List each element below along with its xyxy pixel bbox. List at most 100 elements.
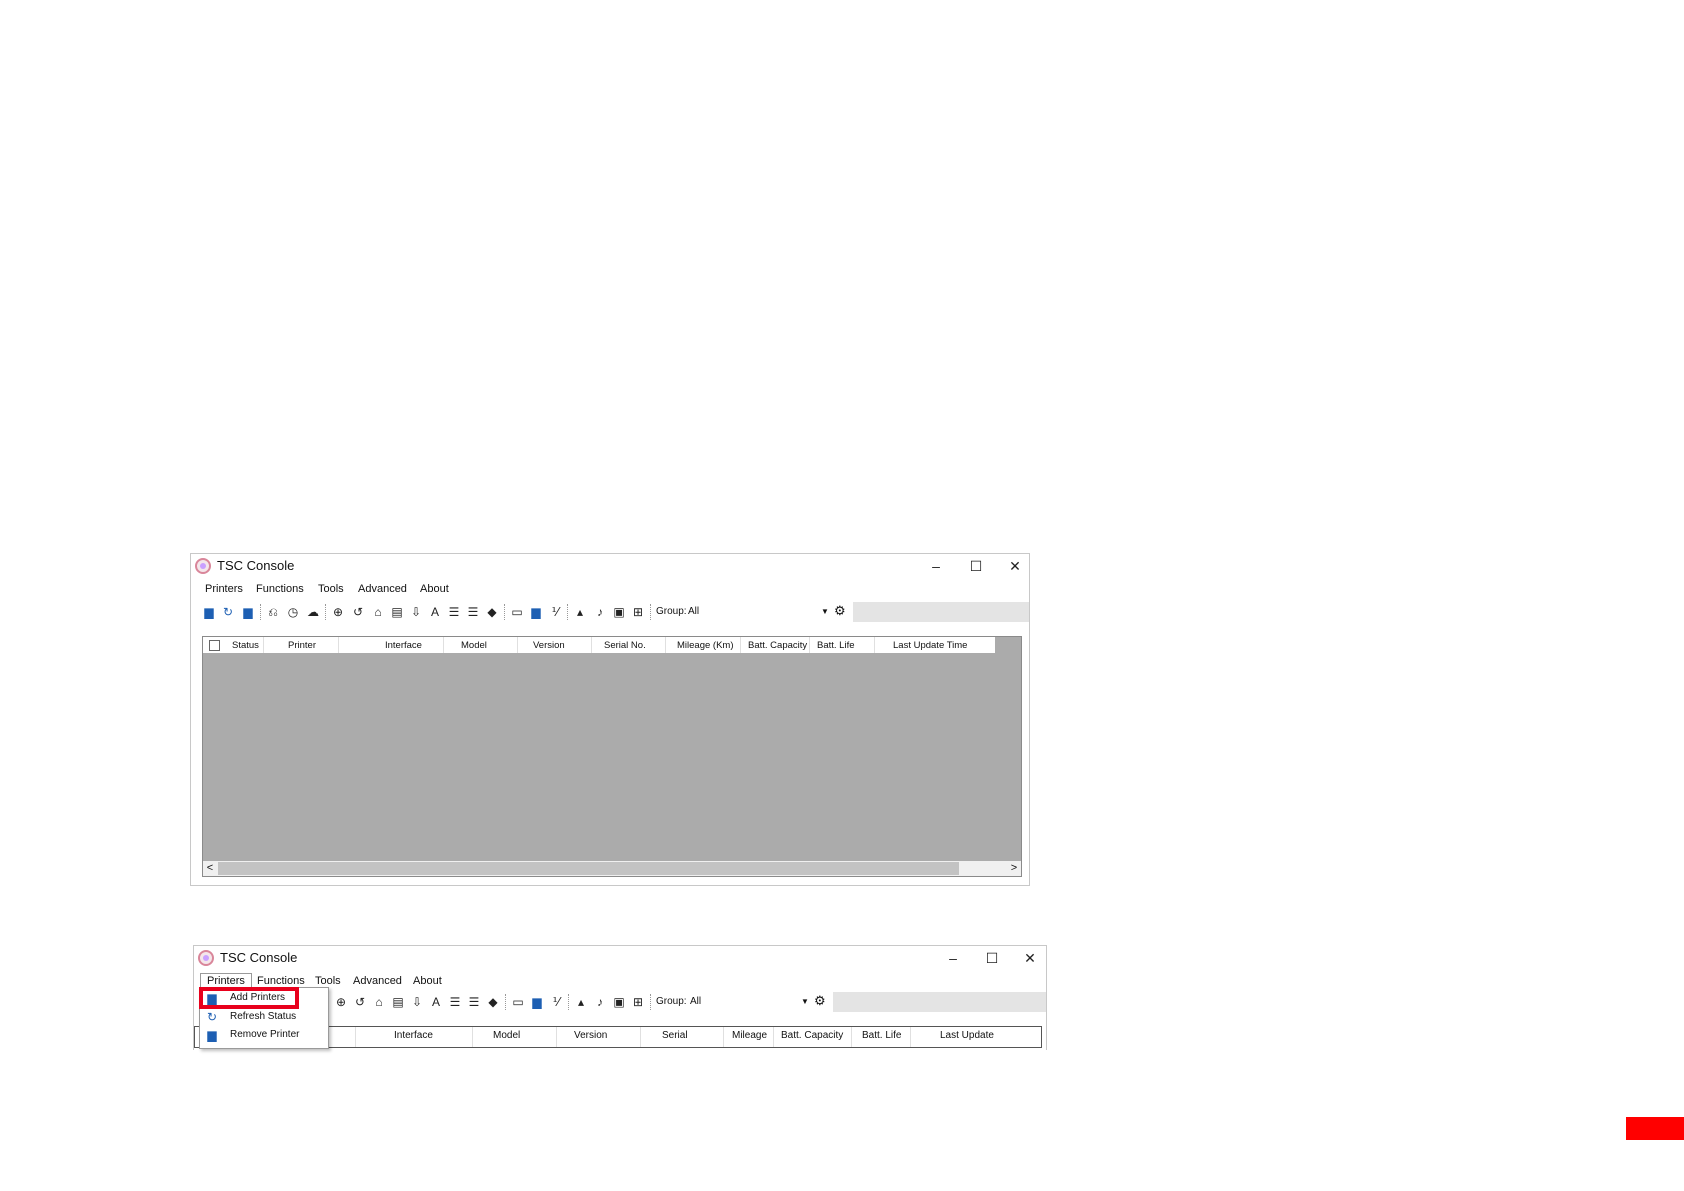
menu-printers[interactable]: Printers	[205, 583, 243, 595]
remove-printer-icon: ▆	[207, 1028, 217, 1042]
col-interface[interactable]: Interface	[385, 640, 422, 651]
remove-printer-icon[interactable]: ▆	[241, 605, 255, 619]
font-icon[interactable]: A	[429, 995, 443, 1009]
home-icon[interactable]: ⌂	[371, 605, 385, 619]
col-model[interactable]: Model	[461, 640, 487, 651]
col-mileage[interactable]: Mileage	[732, 1030, 767, 1041]
col-version[interactable]: Version	[533, 640, 565, 651]
menu-advanced[interactable]: Advanced	[353, 975, 402, 987]
terminal-icon[interactable]: ▭	[511, 995, 525, 1009]
add-printer-icon[interactable]: ▆	[202, 605, 216, 619]
user-icon[interactable]: ▴	[574, 995, 588, 1009]
user-icon[interactable]: ▴	[573, 605, 587, 619]
column-divider	[443, 637, 444, 653]
window-title: TSC Console	[220, 950, 298, 965]
group-label: Group:	[656, 996, 687, 1007]
font-icon[interactable]: A	[428, 605, 442, 619]
chevron-down-icon[interactable]: ▼	[801, 993, 809, 1010]
fraction-icon[interactable]: ⅟	[549, 995, 563, 1009]
column-divider	[263, 637, 264, 653]
close-button[interactable]: ✕	[1020, 949, 1040, 967]
bell-icon[interactable]: ♪	[593, 605, 607, 619]
close-button[interactable]: ✕	[1005, 557, 1025, 575]
settings-box-icon[interactable]: ⊞	[631, 605, 645, 619]
menu-functions[interactable]: Functions	[256, 583, 304, 595]
menu-tools[interactable]: Tools	[318, 583, 344, 595]
col-version[interactable]: Version	[574, 1030, 607, 1041]
col-interface[interactable]: Interface	[394, 1030, 433, 1041]
col-model[interactable]: Model	[493, 1030, 520, 1041]
list-right-icon[interactable]: ☰	[448, 995, 462, 1009]
printer-settings-icon[interactable]: ▆	[529, 605, 543, 619]
scroll-right-icon[interactable]: >	[1007, 861, 1021, 876]
download-file-icon[interactable]: ⇩	[409, 605, 423, 619]
minimize-button[interactable]: –	[943, 949, 963, 967]
clock-icon[interactable]: ◷	[286, 605, 300, 619]
menu-item-label: Refresh Status	[230, 1011, 297, 1022]
window-title: TSC Console	[217, 558, 295, 573]
group-select[interactable]: All	[688, 603, 788, 620]
list-left-icon[interactable]: ☰	[466, 605, 480, 619]
toolbar-separator	[260, 604, 262, 620]
home-icon[interactable]: ⌂	[372, 995, 386, 1009]
list-left-icon[interactable]: ☰	[467, 995, 481, 1009]
maximize-button[interactable]: ☐	[966, 557, 986, 575]
toolbar-separator	[505, 994, 507, 1010]
gear-icon[interactable]: ⚙	[834, 604, 846, 618]
refresh-icon[interactable]: ↻	[221, 605, 235, 619]
image-icon[interactable]: ▣	[612, 605, 626, 619]
network-icon[interactable]: ⊕	[334, 995, 348, 1009]
menu-advanced[interactable]: Advanced	[358, 583, 407, 595]
col-serial[interactable]: Serial	[662, 1030, 688, 1041]
scrollbar-thumb[interactable]	[218, 862, 959, 875]
menu-item-refresh-status[interactable]: ↻ Refresh Status	[200, 1008, 328, 1026]
col-status[interactable]: Status	[232, 640, 259, 651]
diamond-icon[interactable]: ◆	[486, 995, 500, 1009]
network-icon[interactable]: ⊕	[331, 605, 345, 619]
config-page-icon[interactable]: ▤	[390, 605, 404, 619]
fraction-icon[interactable]: ⅟	[548, 605, 562, 619]
horizontal-scrollbar[interactable]: < >	[203, 861, 1021, 876]
column-divider	[517, 637, 518, 653]
printer-grid[interactable]: Status Printer Interface Model Version S…	[202, 636, 1022, 877]
col-mileage[interactable]: Mileage (Km)	[677, 640, 734, 651]
col-last-update-time[interactable]: Last Update Time	[893, 640, 967, 651]
col-batt-capacity[interactable]: Batt. Capacity	[781, 1030, 843, 1041]
menu-item-remove-printer[interactable]: ▆ Remove Printer	[200, 1026, 328, 1044]
cloud-upload-icon[interactable]: ☁	[306, 605, 320, 619]
bell-icon[interactable]: ♪	[593, 995, 607, 1009]
menu-about[interactable]: About	[420, 583, 449, 595]
maximize-button[interactable]: ☐	[982, 949, 1002, 967]
col-serial-no[interactable]: Serial No.	[604, 640, 646, 651]
calibrate-icon[interactable]: ⎌	[266, 605, 280, 619]
reset-icon[interactable]: ↺	[353, 995, 367, 1009]
diamond-icon[interactable]: ◆	[485, 605, 499, 619]
col-printer[interactable]: Printer	[288, 640, 316, 651]
reset-icon[interactable]: ↺	[351, 605, 365, 619]
list-right-icon[interactable]: ☰	[447, 605, 461, 619]
column-divider	[640, 1027, 641, 1047]
terminal-icon[interactable]: ▭	[510, 605, 524, 619]
select-all-checkbox[interactable]	[209, 640, 220, 651]
minimize-button[interactable]: –	[926, 557, 946, 575]
menu-functions[interactable]: Functions	[257, 975, 305, 987]
highlight-box	[199, 987, 299, 1009]
gear-icon[interactable]: ⚙	[814, 994, 826, 1008]
column-divider	[874, 637, 875, 653]
grid-header: Status Printer Interface Model Version S…	[203, 637, 995, 653]
printer-settings-icon[interactable]: ▆	[530, 995, 544, 1009]
scroll-left-icon[interactable]: <	[203, 861, 217, 876]
column-divider	[665, 637, 666, 653]
settings-box-icon[interactable]: ⊞	[631, 995, 645, 1009]
config-page-icon[interactable]: ▤	[391, 995, 405, 1009]
download-file-icon[interactable]: ⇩	[410, 995, 424, 1009]
chevron-down-icon[interactable]: ▼	[821, 603, 829, 620]
col-batt-life[interactable]: Batt. Life	[862, 1030, 901, 1041]
col-batt-capacity[interactable]: Batt. Capacity	[748, 640, 807, 651]
col-batt-life[interactable]: Batt. Life	[817, 640, 855, 651]
image-icon[interactable]: ▣	[612, 995, 626, 1009]
col-last-update[interactable]: Last Update	[940, 1030, 994, 1041]
group-select[interactable]: All	[690, 993, 780, 1010]
menu-tools[interactable]: Tools	[315, 975, 341, 987]
menu-about[interactable]: About	[413, 975, 442, 987]
